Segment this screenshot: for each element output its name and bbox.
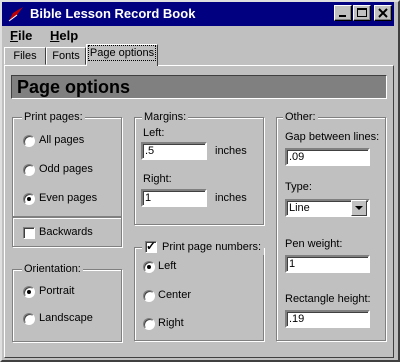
radio-even-pages[interactable]	[23, 193, 35, 205]
page-numbers-header: Print page numbers:	[142, 239, 264, 255]
radio-odd-pages[interactable]	[23, 164, 35, 176]
right-margin-label: Right:	[143, 173, 172, 185]
print-page-numbers-label: Print page numbers:	[162, 241, 262, 253]
menu-file[interactable]: File	[10, 28, 32, 43]
print-page-numbers-checkbox[interactable]	[145, 239, 157, 253]
window-title: Bible Lesson Record Book	[30, 6, 196, 21]
tab-files[interactable]: Files	[4, 47, 46, 65]
type-select-value: Line	[289, 202, 310, 214]
minimize-button[interactable]	[334, 5, 352, 21]
left-margin-field[interactable]: .5	[141, 142, 207, 160]
close-button[interactable]	[374, 5, 392, 21]
right-margin-field[interactable]: 1	[141, 189, 207, 207]
backwards-checkbox[interactable]	[23, 227, 35, 239]
label-center: Center	[158, 289, 192, 301]
label-odd-pages: Odd pages	[39, 163, 93, 175]
tab-page-options[interactable]: Page options	[86, 44, 158, 66]
left-margin-unit: inches	[215, 145, 247, 157]
label-all-pages: All pages	[39, 134, 85, 146]
chevron-down-icon	[355, 206, 363, 210]
label-landscape: Landscape	[39, 312, 93, 324]
maximize-icon	[357, 8, 367, 17]
pen-weight-label: Pen weight:	[285, 238, 343, 250]
type-dropdown-button[interactable]	[351, 200, 367, 216]
label-left: Left	[158, 260, 177, 272]
radio-landscape[interactable]	[23, 313, 35, 325]
tab-fonts[interactable]: Fonts	[46, 47, 86, 65]
gap-label: Gap between lines:	[285, 131, 380, 143]
minimize-icon	[339, 15, 346, 17]
radio-left[interactable]	[143, 261, 155, 273]
radio-portrait[interactable]	[23, 286, 35, 298]
rectangle-height-field[interactable]: .19	[285, 310, 370, 328]
margins-label: Margins:	[142, 111, 189, 123]
menu-help[interactable]: Help	[50, 28, 78, 43]
radio-all-pages[interactable]	[23, 135, 35, 147]
left-margin-label: Left:	[143, 127, 165, 139]
quill-icon	[8, 7, 23, 22]
radio-right[interactable]	[143, 318, 155, 330]
radio-center[interactable]	[143, 290, 155, 302]
orientation-group	[12, 269, 122, 342]
rectangle-height-label: Rectangle height:	[285, 293, 371, 305]
label-backwards: Backwards	[39, 226, 93, 238]
page-header: Page options	[11, 75, 387, 99]
label-right: Right	[158, 317, 184, 329]
label-even-pages: Even pages	[39, 192, 98, 204]
maximize-button[interactable]	[353, 5, 371, 21]
print-pages-label: Print pages:	[22, 111, 85, 123]
label-portrait: Portrait	[39, 285, 75, 297]
right-margin-unit: inches	[215, 192, 247, 204]
close-icon	[378, 8, 388, 18]
type-label: Type:	[285, 181, 312, 193]
orientation-label: Orientation:	[22, 263, 83, 275]
other-label: Other:	[283, 111, 318, 123]
pen-weight-field[interactable]: 1	[285, 255, 370, 273]
gap-between-lines-field[interactable]: .09	[285, 148, 370, 166]
